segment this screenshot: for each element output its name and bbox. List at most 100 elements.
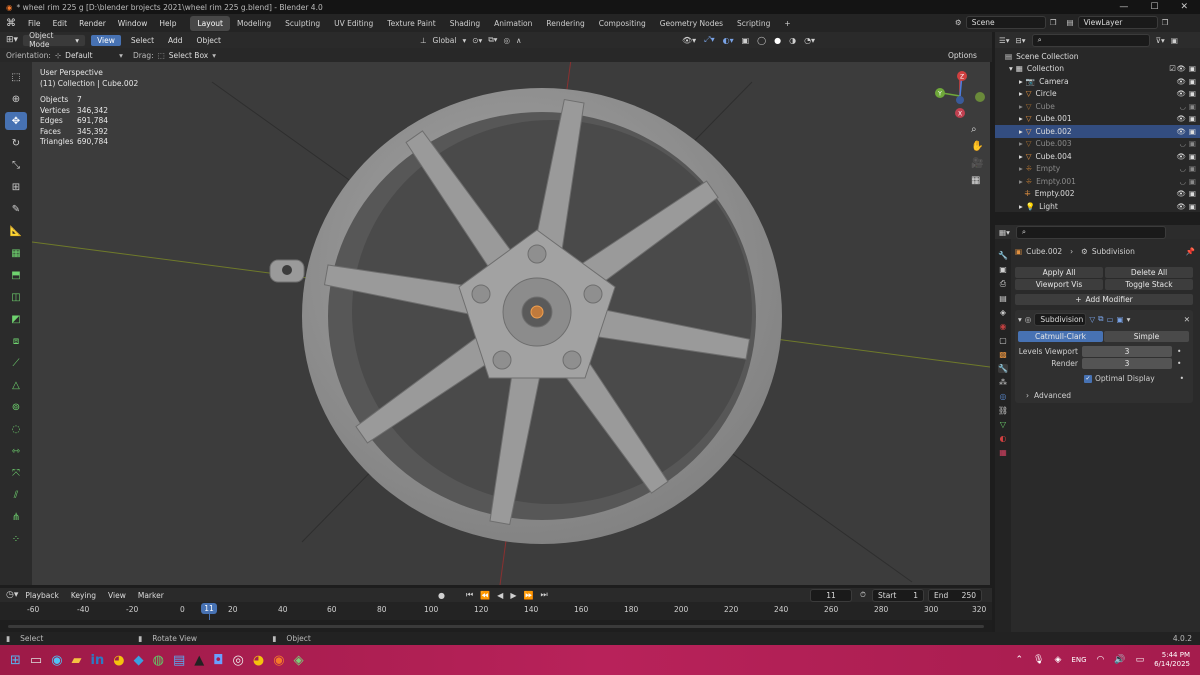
eye-closed-icon[interactable]: ◡ bbox=[1179, 102, 1186, 111]
whatsapp-icon[interactable]: ◍ bbox=[153, 653, 164, 668]
view-layer-copy-icon[interactable]: ❐ bbox=[1162, 18, 1169, 27]
eye-closed-icon[interactable]: ◡ bbox=[1179, 164, 1186, 173]
stopwatch-icon[interactable]: ⏱ bbox=[860, 590, 866, 600]
scene-selector[interactable]: Scene bbox=[965, 16, 1046, 29]
workspace-tab-sculpting[interactable]: Sculpting bbox=[278, 16, 327, 31]
render-levels-field[interactable]: 3 bbox=[1082, 358, 1172, 369]
delete-all-button[interactable]: Delete All bbox=[1105, 267, 1193, 278]
pin-icon[interactable]: 📌 bbox=[1186, 247, 1195, 256]
timeline-editor-icon[interactable]: ◷▾ bbox=[6, 590, 18, 600]
render-toggle-icon[interactable]: ▣ bbox=[1117, 315, 1124, 324]
playback-menu[interactable]: Playback bbox=[20, 591, 63, 600]
apply-all-button[interactable]: Apply All bbox=[1015, 267, 1103, 278]
outliner-item-cube-002[interactable]: ▸ ▽ Cube.002 👁 ▣ bbox=[995, 125, 1200, 138]
display-mode-icon[interactable]: ⊟▾ bbox=[1016, 36, 1026, 45]
viewport-vis-button[interactable]: Viewport Vis bbox=[1015, 279, 1103, 290]
gizmo-toggle-icon[interactable]: ⤢▾ bbox=[704, 35, 714, 45]
close-button[interactable]: ✕ bbox=[1180, 2, 1188, 12]
smooth-tool-icon[interactable]: ◌ bbox=[5, 420, 27, 438]
outliner-search-input[interactable]: ⌕ bbox=[1031, 33, 1150, 47]
world-tab-icon[interactable]: ◉ bbox=[1000, 322, 1007, 331]
timeline-ruler[interactable]: -60 -40 -20 0 20 40 60 80 100 120 140 16… bbox=[0, 602, 992, 622]
wifi-icon[interactable]: ◠ bbox=[1097, 655, 1105, 665]
rip-tool-icon[interactable]: ⋔ bbox=[5, 508, 27, 526]
edge-slide-tool-icon[interactable]: ⇿ bbox=[5, 442, 27, 460]
modifier-tab-icon[interactable]: 🔧 bbox=[998, 364, 1008, 373]
workspace-tab-geometry-nodes[interactable]: Geometry Nodes bbox=[653, 16, 730, 31]
outliner-item-camera[interactable]: ▸ 📷 Camera 👁 ▣ bbox=[995, 75, 1200, 88]
language-indicator[interactable]: ENG bbox=[1071, 656, 1086, 664]
collection-tab-icon[interactable]: ▢ bbox=[999, 336, 1007, 345]
keyframe-dot-icon[interactable]: • bbox=[1177, 347, 1181, 356]
task-view-icon[interactable]: ▭ bbox=[30, 653, 42, 668]
camera-icon[interactable]: ▣ bbox=[1189, 102, 1196, 111]
navigation-gizmo[interactable]: Z Y X bbox=[930, 66, 990, 126]
keying-menu[interactable]: Keying bbox=[66, 591, 101, 600]
mode-selector[interactable]: Object Mode ▾ bbox=[22, 31, 87, 49]
select-menu[interactable]: Select bbox=[126, 36, 159, 45]
windows-start-icon[interactable]: ⊞ bbox=[10, 653, 21, 668]
properties-editor-icon[interactable]: ▦▾ bbox=[999, 228, 1010, 237]
outliner-item-empty-001[interactable]: ▸ ⁜ Empty.001 ◡ ▣ bbox=[995, 175, 1200, 188]
volume-icon[interactable]: 🔊 bbox=[1114, 655, 1125, 665]
edit-mode-toggle-icon[interactable]: ▽ bbox=[1089, 315, 1095, 324]
modifier-menu-icon[interactable]: ▾ bbox=[1127, 315, 1131, 324]
keyframe-dot-icon[interactable]: • bbox=[1180, 374, 1184, 383]
loop-cut-tool-icon[interactable]: ⧈ bbox=[5, 332, 27, 350]
camera-icon[interactable]: ▣ bbox=[1189, 127, 1196, 136]
tab-simple[interactable]: Simple bbox=[1104, 331, 1189, 342]
cage-toggle-icon[interactable]: ⧉ bbox=[1098, 314, 1103, 324]
linkedin-icon[interactable]: in bbox=[91, 653, 105, 668]
object-tab-icon[interactable]: ▩ bbox=[999, 350, 1007, 359]
advanced-subpanel[interactable]: › Advanced bbox=[1018, 391, 1190, 400]
camera-icon[interactable]: ▣ bbox=[1189, 139, 1196, 148]
view-layer-selector[interactable]: ViewLayer bbox=[1077, 16, 1158, 29]
add-menu[interactable]: Add bbox=[163, 36, 188, 45]
transform-tool-icon[interactable]: ⊞ bbox=[5, 178, 27, 196]
camera-icon[interactable]: ▣ bbox=[1189, 89, 1196, 98]
outliner-item-cube[interactable]: ▸ ▽ Cube ◡ ▣ bbox=[995, 100, 1200, 113]
annotate-tool-icon[interactable]: ✎ bbox=[5, 200, 27, 218]
physics-tab-icon[interactable]: ◎ bbox=[1000, 392, 1007, 401]
object-menu[interactable]: Object bbox=[192, 36, 226, 45]
outliner-item-empty-002[interactable]: ⁜ Empty.002 👁 ▣ bbox=[995, 188, 1200, 201]
select-tool-icon[interactable]: ⬚ bbox=[5, 68, 27, 86]
new-collection-icon[interactable]: ▣ bbox=[1171, 36, 1178, 45]
shading-material-icon[interactable]: ◑ bbox=[789, 36, 796, 45]
workspace-tab-scripting[interactable]: Scripting bbox=[730, 16, 777, 31]
camera-view-icon[interactable]: 🎥 bbox=[971, 158, 983, 169]
play-reverse-icon[interactable]: ◀ bbox=[497, 591, 503, 600]
outliner-collection[interactable]: ▾ ▦ Collection ☑ 👁 ▣ bbox=[995, 63, 1200, 76]
workspace-tab-texture-paint[interactable]: Texture Paint bbox=[380, 16, 442, 31]
pivot-point-icon[interactable]: ⊙▾ bbox=[472, 36, 482, 45]
timeline-view-menu[interactable]: View bbox=[103, 591, 131, 600]
viewport-toggle-icon[interactable]: ▭ bbox=[1106, 315, 1113, 324]
shear-tool-icon[interactable]: ⫽ bbox=[5, 486, 27, 504]
wheel-rim-mesh[interactable] bbox=[269, 88, 782, 544]
menu-help[interactable]: Help bbox=[153, 19, 182, 28]
transform-orientation-selector[interactable]: Global bbox=[433, 36, 457, 45]
end-frame-field[interactable]: End 250 bbox=[928, 588, 982, 602]
camera-icon[interactable]: ▣ bbox=[1189, 189, 1196, 198]
camera-icon[interactable]: ▣ bbox=[1189, 177, 1196, 186]
eye-icon[interactable]: 👁 bbox=[1176, 202, 1186, 211]
location-icon[interactable]: ◈ bbox=[1054, 655, 1061, 665]
snap-icon[interactable]: ⧉▾ bbox=[488, 35, 497, 45]
grid-view-icon[interactable]: ▦ bbox=[971, 175, 983, 186]
3d-viewport[interactable] bbox=[32, 62, 990, 585]
rotate-tool-icon[interactable]: ↻ bbox=[5, 134, 27, 152]
spin-tool-icon[interactable]: ⊚ bbox=[5, 398, 27, 416]
options-dropdown[interactable]: Options bbox=[948, 51, 977, 60]
particles-tab-icon[interactable]: ⁂ bbox=[999, 378, 1007, 387]
modifier-name-field[interactable]: Subdivision bbox=[1034, 312, 1087, 326]
collapse-icon[interactable]: ▾ bbox=[1018, 315, 1022, 324]
scale-tool-icon[interactable]: ⤡ bbox=[5, 156, 27, 174]
shrink-tool-icon[interactable]: ⤧ bbox=[5, 464, 27, 482]
outliner-editor-icon[interactable]: ☰▾ bbox=[999, 36, 1010, 45]
constraints-tab-icon[interactable]: ⛓ bbox=[998, 406, 1008, 415]
measure-tool-icon[interactable]: 📐 bbox=[5, 222, 27, 240]
outliner-item-light[interactable]: ▸ 💡 Light 👁 ▣ bbox=[995, 200, 1200, 213]
material-tab-icon[interactable]: ◐ bbox=[1000, 434, 1007, 443]
eye-closed-icon[interactable]: ◡ bbox=[1179, 177, 1186, 186]
remove-modifier-icon[interactable]: ✕ bbox=[1184, 315, 1190, 324]
